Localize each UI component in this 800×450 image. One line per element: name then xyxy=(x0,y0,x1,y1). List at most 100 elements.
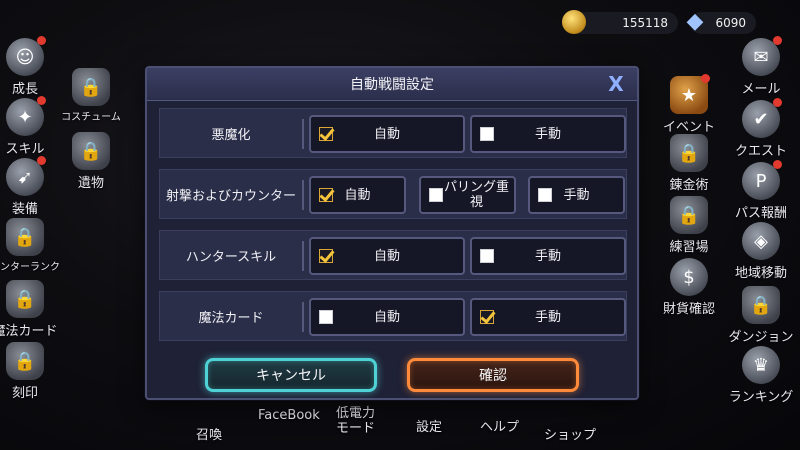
mail-icon: ✉ xyxy=(742,36,782,76)
option-auto[interactable]: 自動 xyxy=(309,298,465,336)
menu-skill[interactable]: ✦ スキル xyxy=(0,96,60,157)
dialog-title: 自動戦闘設定 xyxy=(350,77,434,93)
bottom-label: FaceBook xyxy=(258,408,320,423)
menu-label: 遺物 xyxy=(77,176,104,191)
menu-mail[interactable]: ✉ メール xyxy=(726,36,796,97)
setting-row-magic-card: 魔法カード 自動 手動 xyxy=(159,291,627,341)
option-manual[interactable]: 手動 xyxy=(470,115,626,153)
row-label: 魔法カード xyxy=(198,310,264,326)
lock-icon: 🔒 xyxy=(6,218,44,256)
menu-costume[interactable]: 🔒 コスチューム xyxy=(56,68,126,123)
menu-hunter-rank[interactable]: 🔒 ハンターランク xyxy=(0,218,60,273)
option-auto[interactable]: 自動 xyxy=(309,176,406,214)
option-manual[interactable]: 手動 xyxy=(470,237,626,275)
option-label: 自動 xyxy=(373,126,400,142)
bottom-shop[interactable]: ショップ xyxy=(544,424,596,443)
close-icon[interactable]: X xyxy=(605,73,627,95)
notification-dot xyxy=(37,156,46,165)
region-icon: ◈ xyxy=(742,222,780,260)
menu-label: クエスト xyxy=(734,144,787,159)
bottom-facebook[interactable]: FaceBook xyxy=(258,408,320,423)
gem-amount: 6090 xyxy=(715,16,746,30)
setting-row-demonize: 悪魔化 自動 手動 xyxy=(159,108,627,158)
checkbox-unchecked-icon xyxy=(429,188,443,202)
cancel-label: キャンセル xyxy=(256,368,326,384)
menu-label: メール xyxy=(741,82,781,97)
option-auto[interactable]: 自動 xyxy=(309,115,465,153)
menu-growth[interactable]: ☺ 成長 xyxy=(0,36,60,97)
menu-currency-check[interactable]: $ 財貨確認 xyxy=(654,258,724,317)
quest-icon: ✔ xyxy=(742,98,782,138)
lock-icon: 🔒 xyxy=(72,132,110,170)
bottom-label: 低電力 モード xyxy=(336,406,376,436)
lock-icon: 🔒 xyxy=(6,280,44,318)
option-label: 自動 xyxy=(373,248,400,264)
divider xyxy=(302,302,304,332)
menu-label: ダンジョン xyxy=(728,330,794,345)
auto-battle-settings-dialog: 自動戦闘設定 X 悪魔化 自動 手動 射撃およびカウンター 自動 パリング重 視… xyxy=(145,66,639,400)
bottom-help[interactable]: ヘルプ xyxy=(480,416,519,435)
option-manual[interactable]: 手動 xyxy=(528,176,625,214)
notification-dot xyxy=(773,98,782,107)
menu-engraving[interactable]: 🔒 刻印 xyxy=(0,342,60,401)
notification-dot xyxy=(701,74,710,83)
option-manual[interactable]: 手動 xyxy=(470,298,626,336)
menu-pass-reward[interactable]: P パス報酬 xyxy=(726,160,796,221)
row-label: 悪魔化 xyxy=(211,127,251,143)
event-icon: ★ xyxy=(670,74,710,114)
menu-ranking[interactable]: ♛ ランキング xyxy=(726,346,796,405)
checkbox-unchecked-icon xyxy=(538,188,552,202)
menu-equipment[interactable]: ➹ 装備 xyxy=(0,156,60,217)
option-auto[interactable]: 自動 xyxy=(309,237,465,275)
checkbox-unchecked-icon xyxy=(480,249,494,263)
menu-alchemy[interactable]: 🔒 錬金術 xyxy=(654,134,724,193)
menu-magic-card[interactable]: 🔒 魔法カード xyxy=(0,280,60,339)
confirm-button[interactable]: 確認 xyxy=(407,358,579,392)
menu-label: 魔法カード xyxy=(0,324,58,339)
notification-dot xyxy=(773,36,782,45)
divider xyxy=(302,119,304,149)
menu-label: スキル xyxy=(5,142,45,157)
option-label: 手動 xyxy=(534,248,561,264)
cancel-button[interactable]: キャンセル xyxy=(205,358,377,392)
option-label: 自動 xyxy=(373,309,400,325)
menu-label: 練習場 xyxy=(669,240,709,255)
growth-icon: ☺ xyxy=(6,36,46,76)
option-parry-focus[interactable]: パリング重 視 xyxy=(419,176,516,214)
checkbox-checked-icon xyxy=(319,249,333,263)
gold-amount: 155118 xyxy=(622,16,668,30)
bottom-settings[interactable]: 設定 xyxy=(416,416,442,435)
menu-quest[interactable]: ✔ クエスト xyxy=(726,98,796,159)
gem-icon: ◆ xyxy=(686,9,704,34)
option-label: パリング重 視 xyxy=(443,180,509,210)
bottom-summon[interactable]: 召喚 xyxy=(196,424,222,443)
ranking-icon: ♛ xyxy=(742,346,780,384)
notification-dot xyxy=(37,96,46,105)
pass-icon: P xyxy=(742,160,782,200)
equipment-icon: ➹ xyxy=(6,156,46,196)
menu-label: ハンターランク xyxy=(0,262,60,273)
dialog-header: 自動戦闘設定 X xyxy=(147,68,637,101)
menu-relic[interactable]: 🔒 遺物 xyxy=(56,132,126,191)
menu-label: 地域移動 xyxy=(734,266,787,281)
lock-icon: 🔒 xyxy=(670,196,708,234)
gold-coin-icon xyxy=(562,10,586,34)
menu-event[interactable]: ★ イベント xyxy=(654,74,724,135)
menu-region-move[interactable]: ◈ 地域移動 xyxy=(726,222,796,281)
menu-dungeon[interactable]: 🔒 ダンジョン xyxy=(726,286,796,345)
row-label: 射撃およびカウンター xyxy=(165,188,296,204)
menu-label: パス報酬 xyxy=(734,206,787,221)
option-label: 手動 xyxy=(534,126,561,142)
menu-label: イベント xyxy=(662,120,715,135)
checkbox-checked-icon xyxy=(319,127,333,141)
skill-icon: ✦ xyxy=(6,96,46,136)
checkbox-checked-icon xyxy=(319,188,333,202)
currency-check-icon: $ xyxy=(670,258,708,296)
notification-dot xyxy=(773,160,782,169)
bottom-label: 召喚 xyxy=(196,428,223,443)
option-label: 手動 xyxy=(563,187,590,203)
menu-practice[interactable]: 🔒 練習場 xyxy=(654,196,724,255)
bottom-low-power[interactable]: 低電力 モード xyxy=(336,406,375,436)
menu-label: コスチューム xyxy=(61,112,121,123)
gem-counter: ◆ 6090 xyxy=(687,9,756,34)
